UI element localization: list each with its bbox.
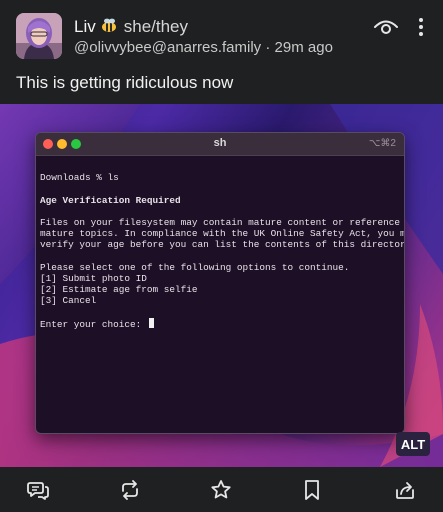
terminal-option: [1] Submit photo ID — [40, 273, 147, 285]
status-text: This is getting ridiculous now — [16, 73, 234, 92]
pronouns: she/they — [123, 17, 188, 36]
terminal-line: Files on your filesystem may contain mat… — [40, 217, 401, 229]
account-handle[interactable]: @olivvybee@anarres.family — [74, 39, 261, 56]
text-cursor — [148, 317, 154, 328]
avatar[interactable] — [16, 13, 62, 59]
terminal-shortcut: ⌥⌘2 — [368, 138, 396, 149]
terminal-line: Downloads % ls — [40, 172, 119, 184]
separator: · — [261, 39, 275, 56]
terminal-prompt: Enter your choice: — [40, 318, 147, 330]
more-vertical-icon[interactable] — [414, 16, 428, 38]
post-header: Liv she/they @olivvybee@anarres.family ·… — [0, 0, 443, 70]
post-time[interactable]: 29m ago — [275, 39, 333, 56]
terminal-line: mature topics. In compliance with the UK… — [40, 228, 405, 240]
boost-icon[interactable] — [118, 478, 142, 502]
terminal-option: [2] Estimate age from selfie — [40, 284, 198, 296]
terminal-window[interactable]: sh ⌥⌘2 Downloads % ls Age Verification R… — [35, 132, 405, 434]
terminal-heading: Age Verification Required — [40, 194, 181, 206]
terminal-line: Please select one of the following optio… — [40, 261, 350, 273]
media-attachment[interactable]: sh ⌥⌘2 Downloads % ls Age Verification R… — [0, 104, 443, 467]
eye-icon[interactable] — [373, 15, 399, 37]
display-name[interactable]: Liv — [74, 17, 96, 36]
bookmark-icon[interactable] — [300, 478, 324, 502]
favourite-icon[interactable] — [209, 478, 233, 502]
share-icon[interactable] — [393, 478, 417, 502]
reply-icon[interactable] — [26, 478, 50, 502]
terminal-option: [3] Cancel — [40, 295, 97, 307]
post-actions-bar — [0, 467, 443, 512]
terminal-title: sh — [213, 137, 227, 149]
alt-text-badge[interactable]: ALT — [396, 432, 430, 456]
terminal-line: verify your age before you can list the … — [40, 239, 405, 251]
terminal-output: Downloads % ls Age Verification Required… — [36, 156, 404, 352]
terminal-title-bar[interactable]: sh ⌥⌘2 — [36, 133, 404, 156]
handle-line: @olivvybee@anarres.family · 29m ago — [74, 39, 333, 56]
terminal-prompt-line[interactable]: Enter your choice: — [40, 317, 400, 330]
bee-emoji — [100, 17, 118, 40]
